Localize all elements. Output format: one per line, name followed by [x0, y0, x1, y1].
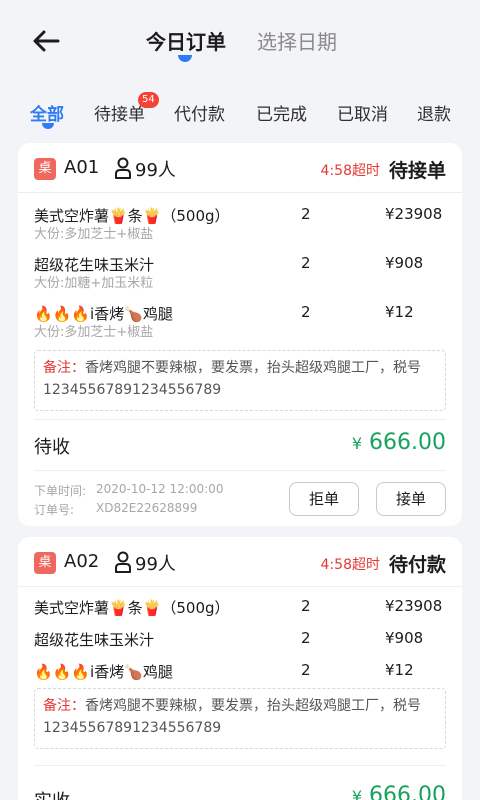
table-number: A01	[64, 157, 100, 178]
item-quantity: 2	[301, 629, 311, 647]
item-name: 美式空炸薯🍟条🍟（500g）	[34, 599, 230, 617]
divider	[34, 765, 446, 766]
tab-today-orders[interactable]: 今日订单	[146, 26, 226, 55]
order-time-row: 下单时间: 2020-10-12 12:00:00	[34, 482, 223, 499]
top-header: 今日订单 选择日期	[0, 0, 480, 78]
pending-count-badge: 54	[138, 92, 159, 108]
item-quantity: 2	[301, 303, 311, 321]
timeout-text: 4:58超时	[320, 163, 380, 179]
people-count: 99人	[135, 160, 176, 181]
remark-text: 香烤鸡腿不要辣椒，要发票，抬头超级鸡腿工厂，税号1234556789123455…	[43, 360, 421, 398]
item-price: ¥23908	[385, 597, 443, 615]
amount-value: 666.00	[369, 783, 446, 800]
back-arrow-icon[interactable]	[30, 24, 64, 58]
item-price: ¥23908	[385, 205, 443, 223]
remark-box: 备注：香烤鸡腿不要辣椒，要发票，抬头超级鸡腿工厂，税号1234556789123…	[34, 350, 446, 411]
order-amount: ¥ 666.00	[352, 783, 446, 800]
order-card-header: 桌 A02 99人 4:58超时 待付款	[18, 537, 462, 587]
divider	[34, 470, 446, 471]
people-count: 99人	[135, 554, 176, 575]
table-tag: 桌	[34, 158, 56, 180]
order-card-header: 桌 A01 99人 4:58超时 待接单	[18, 143, 462, 193]
order-number: XD82E22628899	[96, 501, 198, 515]
item-name: 超级花生味玉米汁	[34, 631, 155, 649]
person-icon	[115, 157, 131, 179]
accept-button[interactable]: 接单	[376, 482, 446, 516]
filter-agent-pay[interactable]: 代付款	[174, 100, 225, 125]
item-price: ¥12	[385, 661, 414, 679]
item-quantity: 2	[301, 205, 311, 223]
currency-symbol: ¥	[351, 434, 363, 453]
order-status: 待接单	[388, 160, 446, 182]
amount-value: 666.00	[369, 430, 446, 455]
item-spec: 大份:多加芝士+椒盐	[34, 227, 154, 242]
item-quantity: 2	[301, 254, 311, 272]
filter-pending[interactable]: 待接单	[94, 100, 145, 125]
remark-text: 香烤鸡腿不要辣椒，要发票，抬头超级鸡腿工厂，税号1234556789123455…	[43, 698, 421, 736]
filter-active-indicator	[42, 123, 54, 129]
item-price: ¥12	[385, 303, 414, 321]
order-no-row: 订单号: XD82E22628899	[34, 501, 197, 518]
filter-completed[interactable]: 已完成	[256, 100, 307, 125]
divider	[34, 419, 446, 420]
filter-cancelled[interactable]: 已取消	[337, 100, 388, 125]
remark-label: 备注：	[43, 698, 85, 714]
filter-refund[interactable]: 退款	[417, 100, 451, 125]
receive-label: 待收	[34, 437, 70, 458]
tab-active-indicator	[178, 55, 192, 62]
table-number: A02	[64, 551, 100, 572]
order-time-label: 下单时间:	[34, 484, 87, 498]
order-status: 待付款	[388, 554, 446, 576]
order-amount: ¥ 666.00	[352, 430, 446, 455]
timeout-text: 4:58超时	[320, 557, 380, 573]
table-tag: 桌	[34, 552, 56, 574]
item-price: ¥908	[385, 629, 424, 647]
filter-all[interactable]: 全部	[30, 100, 64, 125]
person-icon	[115, 551, 131, 573]
remark-box: 备注：香烤鸡腿不要辣椒，要发票，抬头超级鸡腿工厂，税号1234556789123…	[34, 688, 446, 749]
receive-label: 实收	[34, 787, 70, 800]
order-no-label: 订单号:	[34, 503, 75, 517]
item-name: 🔥🔥🔥i香烤🍗鸡腿	[34, 663, 173, 681]
status-filter-bar: 全部 待接单 54 代付款 已完成 已取消 退款	[0, 78, 480, 138]
order-time: 2020-10-12 12:00:00	[96, 482, 224, 496]
currency-symbol: ¥	[351, 787, 363, 800]
item-spec: 大份:加糖+加玉米粒	[34, 276, 154, 291]
tab-select-date[interactable]: 选择日期	[257, 26, 337, 55]
item-spec: 大份:多加芝士+椒盐	[34, 325, 154, 340]
order-card[interactable]: 桌 A02 99人 4:58超时 待付款 美式空炸薯🍟条🍟（500g） 2 ¥2…	[18, 537, 462, 800]
item-quantity: 2	[301, 597, 311, 615]
item-price: ¥908	[385, 254, 424, 272]
reject-button[interactable]: 拒单	[289, 482, 359, 516]
order-card[interactable]: 桌 A01 99人 4:58超时 待接单 美式空炸薯🍟条🍟（500g） 2 ¥2…	[18, 143, 462, 526]
item-quantity: 2	[301, 661, 311, 679]
remark-label: 备注：	[43, 360, 85, 376]
